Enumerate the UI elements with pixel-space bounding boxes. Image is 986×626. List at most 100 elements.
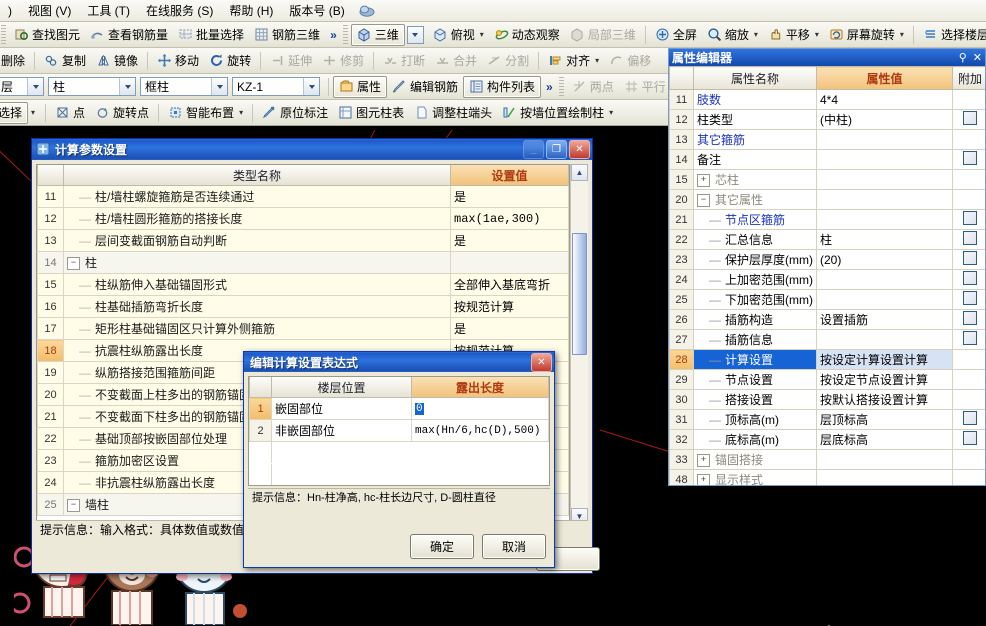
table-row[interactable]: 27 — 插筋信息: [669, 329, 985, 350]
property-name-cell[interactable]: — 节点设置: [693, 369, 817, 390]
property-value[interactable]: [816, 449, 953, 470]
property-value[interactable]: [816, 169, 953, 190]
find-element-button[interactable]: 查找图元: [9, 24, 85, 46]
table-row[interactable]: 12 柱类型 (中柱): [669, 109, 985, 130]
table-row[interactable]: 24 — 上加密范围(mm): [669, 269, 985, 290]
property-name-cell[interactable]: 肢数: [693, 89, 817, 110]
component-subtype-combo[interactable]: 框柱: [140, 77, 228, 96]
row-label-cell[interactable]: — 层间变截面钢筋自动判断: [63, 229, 451, 252]
ok-button[interactable]: 确定: [410, 534, 474, 559]
property-extra-cell[interactable]: [952, 349, 985, 370]
draw-column-caret[interactable]: ▾: [609, 108, 613, 117]
checkbox[interactable]: [963, 291, 977, 305]
properties-button[interactable]: 属性: [333, 75, 388, 98]
table-row[interactable]: 14− 柱: [37, 251, 569, 274]
smart-layout-button[interactable]: 智能布置 ▾: [163, 102, 248, 124]
row-value[interactable]: [450, 251, 569, 274]
table-row[interactable]: 22 — 汇总信息 柱: [669, 229, 985, 250]
point-button[interactable]: 点: [50, 102, 90, 124]
in-situ-annotation-button[interactable]: 原位标注: [257, 102, 333, 124]
property-extra-cell[interactable]: [952, 309, 985, 330]
property-extra-cell[interactable]: [952, 249, 985, 270]
property-name-cell[interactable]: + 显示样式: [693, 469, 817, 485]
property-value[interactable]: [816, 329, 953, 350]
table-row[interactable]: 33 + 锚固搭接: [669, 449, 985, 470]
scroll-thumb[interactable]: [572, 233, 587, 355]
property-name-cell[interactable]: — 插筋构造: [693, 309, 817, 330]
floor-combo[interactable]: 层: [0, 77, 44, 96]
table-row[interactable]: 11 — 柱/墙柱螺旋箍筋是否连续通过 是: [37, 185, 569, 208]
table-row[interactable]: 12 — 柱/墙柱圆形箍筋的搭接长度 max(1ae,300): [37, 207, 569, 230]
menu-help[interactable]: 帮助 (H): [221, 0, 281, 21]
property-extra-cell[interactable]: [952, 169, 985, 190]
property-value[interactable]: 按设定计算设置计算: [816, 349, 953, 370]
component-type-combo[interactable]: 柱: [48, 77, 136, 96]
property-name-cell[interactable]: − 其它属性: [693, 189, 817, 210]
property-name-cell[interactable]: — 底标高(m): [693, 429, 817, 450]
row-label-cell[interactable]: — 柱/墙柱圆形箍筋的搭接长度: [63, 207, 451, 230]
close-icon[interactable]: ✕: [973, 51, 982, 64]
menu-online-service[interactable]: 在线服务 (S): [138, 0, 221, 21]
expander-icon[interactable]: −: [67, 257, 80, 271]
delete-button[interactable]: 删除: [0, 50, 30, 72]
property-name-cell[interactable]: 备注: [693, 149, 817, 170]
table-row[interactable]: 26 — 插筋构造 设置插筋: [669, 309, 985, 330]
property-value[interactable]: 设置插筋: [816, 309, 953, 330]
expander-icon[interactable]: −: [67, 499, 80, 513]
align-button[interactable]: 对齐 ▾: [543, 50, 604, 72]
table-row[interactable]: 13 其它箍筋: [669, 129, 985, 150]
property-extra-cell[interactable]: [952, 389, 985, 410]
table-row[interactable]: 11 肢数 4*4: [669, 89, 985, 110]
table-row[interactable]: 30 — 搭接设置 按默认搭接设置计算: [669, 389, 985, 410]
property-extra-cell[interactable]: [952, 149, 985, 170]
toolbar1-overflow-left[interactable]: »: [325, 28, 342, 42]
expr-grid[interactable]: 楼层位置 露出长度 1 嵌固部位 0 2 非嵌固部位 max(Hn/6,hc(D),500…: [248, 376, 550, 486]
smart-layout-caret[interactable]: ▾: [239, 108, 243, 117]
property-extra-cell[interactable]: [952, 109, 985, 130]
select-floor-button[interactable]: 选择楼层: [918, 24, 986, 46]
property-table-scroll[interactable]: 属性名称 属性值 附加 11 肢数 4*4 12 柱类型 (中柱) 13 其它箍筋 14 备注 15…: [669, 66, 985, 485]
property-extra-cell[interactable]: [952, 469, 985, 485]
expression-dialog[interactable]: 编辑计算设置表达式 ✕ 楼层位置 露出长度 1 嵌固部位 0 2 非嵌固部位 max(Hn…: [243, 351, 555, 568]
zoom-button[interactable]: 缩放 ▾: [702, 24, 763, 46]
minimize-button[interactable]: _: [523, 140, 544, 159]
checkbox[interactable]: [963, 331, 977, 345]
table-row[interactable]: 15 — 柱纵筋伸入基础锚固形式 全部伸入基底弯折: [37, 273, 569, 296]
draw-column-by-wall-button[interactable]: 按墙位置绘制柱 ▾: [497, 102, 618, 124]
toolbar3-overflow-left[interactable]: »: [541, 80, 558, 94]
component-name-combo[interactable]: KZ-1: [232, 77, 320, 96]
row-label-cell[interactable]: − 柱: [63, 251, 451, 274]
adjust-column-end-button[interactable]: 调整柱端头: [409, 102, 497, 124]
table-row[interactable]: 23 — 保护层厚度(mm) (20): [669, 249, 985, 270]
property-value[interactable]: [816, 189, 953, 210]
calc-dialog-titlebar[interactable]: 计算参数设置 _ ❐ ✕: [32, 139, 592, 160]
top-view-caret[interactable]: ▾: [480, 30, 484, 39]
expander-icon[interactable]: +: [697, 454, 710, 468]
property-value[interactable]: 按设定节点设置计算: [816, 369, 953, 390]
screen-rotate-button[interactable]: 屏幕旋转 ▾: [824, 24, 909, 46]
expander-icon[interactable]: +: [697, 174, 710, 188]
property-extra-cell[interactable]: [952, 209, 985, 230]
expr-dialog-titlebar[interactable]: 编辑计算设置表达式 ✕: [244, 352, 554, 372]
property-value[interactable]: [816, 209, 953, 230]
property-name-cell[interactable]: — 顶标高(m): [693, 409, 817, 430]
row-value[interactable]: 全部伸入基底弯折: [450, 273, 569, 296]
row-position[interactable]: 非嵌固部位: [271, 419, 412, 442]
property-extra-cell[interactable]: [952, 189, 985, 210]
property-value[interactable]: 按默认搭接设置计算: [816, 389, 953, 410]
row-value[interactable]: max(1ae,300): [450, 207, 569, 230]
component-list-button[interactable]: 构件列表: [463, 75, 542, 98]
row-value[interactable]: 是: [450, 185, 569, 208]
zoom-caret[interactable]: ▾: [754, 30, 758, 39]
checkbox[interactable]: [963, 411, 977, 425]
property-value[interactable]: [816, 289, 953, 310]
row-label-cell[interactable]: — 柱/墙柱螺旋箍筋是否连续通过: [63, 185, 451, 208]
copy-button[interactable]: 复制: [39, 50, 91, 72]
calc-vertical-scrollbar[interactable]: ▲ ▼: [570, 164, 588, 525]
checkbox[interactable]: [963, 231, 977, 245]
table-row[interactable]: 14 备注: [669, 149, 985, 170]
pan-button[interactable]: 平移 ▾: [763, 24, 824, 46]
table-row[interactable]: 31 — 顶标高(m) 层顶标高: [669, 409, 985, 430]
mirror-button[interactable]: 镜像: [91, 50, 143, 72]
screen-rotate-caret[interactable]: ▾: [900, 30, 904, 39]
